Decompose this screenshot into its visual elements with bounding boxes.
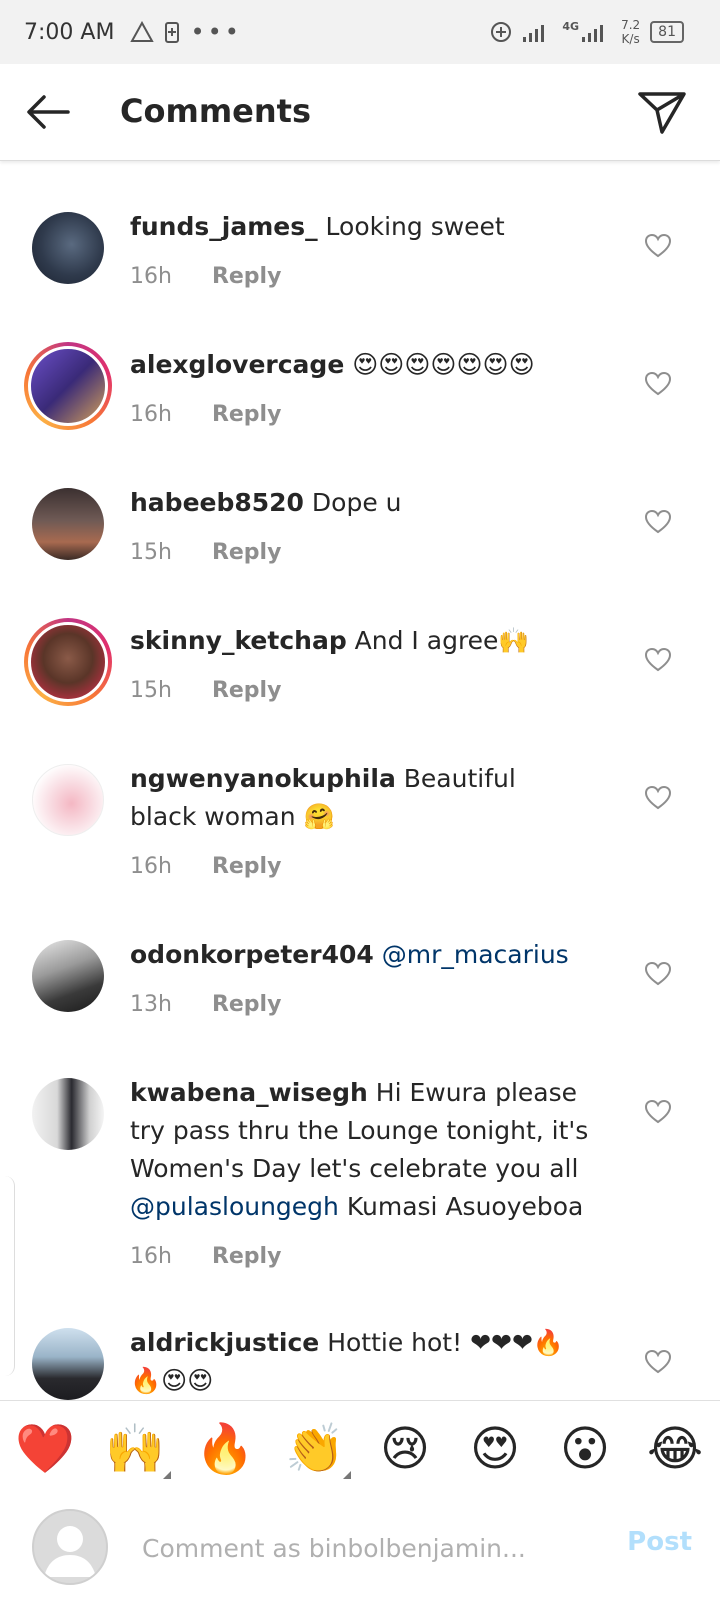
emoji-red-heart-button[interactable]: ❤️ bbox=[9, 1421, 81, 1477]
comment-text: ngwenyanokuphila Beautiful black woman 🤗 bbox=[130, 760, 590, 836]
network-type: 4G bbox=[562, 19, 580, 33]
battery-saver-icon bbox=[165, 22, 180, 43]
status-bar: 7:00 AM ••• 4G 7.2 K/s 81 bbox=[0, 0, 720, 64]
comment-time: 16h bbox=[130, 264, 172, 289]
comment-username[interactable]: funds_james_ bbox=[130, 212, 318, 241]
warning-icon bbox=[130, 21, 155, 42]
comment-body: Looking sweet bbox=[325, 212, 505, 241]
comment-body: Dope u bbox=[311, 488, 402, 517]
avatar[interactable] bbox=[32, 1078, 104, 1150]
comment-mention[interactable]: @pulasloungegh bbox=[130, 1192, 339, 1221]
heart-icon[interactable] bbox=[644, 232, 672, 260]
comment-username[interactable]: alexglovercage bbox=[130, 350, 344, 379]
emoji-heart-eyes-button[interactable]: 😍 bbox=[459, 1421, 531, 1477]
emoji-tears-of-joy-button[interactable]: 😂 bbox=[639, 1421, 711, 1477]
heart-icon[interactable] bbox=[644, 960, 672, 988]
page-title: Comments bbox=[120, 92, 311, 130]
comment-text: alexglovercage 😍😍😍😍😍😍😍 bbox=[130, 346, 590, 384]
default-user-icon bbox=[44, 1526, 96, 1577]
emoji-fire-button[interactable]: 🔥 bbox=[189, 1421, 261, 1477]
comment-text: odonkorpeter404 @mr_macarius bbox=[130, 936, 590, 974]
heart-icon[interactable] bbox=[644, 370, 672, 398]
comment-username[interactable]: odonkorpeter404 bbox=[130, 940, 374, 969]
comment-text: habeeb8520 Dope u bbox=[130, 484, 590, 522]
heart-icon[interactable] bbox=[644, 784, 672, 812]
variant-indicator bbox=[163, 1471, 171, 1479]
variant-indicator bbox=[343, 1471, 351, 1479]
comment-time: 16h bbox=[130, 402, 172, 427]
comment-input[interactable] bbox=[140, 1525, 584, 1571]
reply-button[interactable]: Reply bbox=[212, 540, 282, 565]
comment-mention[interactable]: @mr_macarius bbox=[382, 940, 569, 969]
avatar[interactable] bbox=[24, 618, 112, 706]
avatar[interactable] bbox=[32, 764, 104, 836]
comment-time: 16h bbox=[130, 1244, 172, 1269]
heart-icon[interactable] bbox=[644, 508, 672, 536]
comment-body-tail: Kumasi Asuoyeboa bbox=[346, 1192, 584, 1221]
comment-time: 16h bbox=[130, 854, 172, 879]
arrow-left-icon[interactable] bbox=[22, 86, 74, 138]
emoji-clapping-hands-button[interactable]: 👏 bbox=[279, 1421, 351, 1479]
signal-icon-2 bbox=[582, 25, 604, 42]
comment-text: aldrickjustice Hottie hot! ❤❤❤🔥🔥😍😍 bbox=[130, 1324, 590, 1400]
reply-button[interactable]: Reply bbox=[212, 992, 282, 1017]
comment-username[interactable]: ngwenyanokuphila bbox=[130, 764, 396, 793]
reply-button[interactable]: Reply bbox=[212, 264, 282, 289]
heart-icon[interactable] bbox=[644, 1098, 672, 1126]
reply-button[interactable]: Reply bbox=[212, 1244, 282, 1269]
emoji-quick-bar: ❤️ 🙌 🔥 👏 😢 😍 😮 😂 bbox=[0, 1400, 720, 1498]
avatar[interactable] bbox=[32, 488, 104, 560]
comment-body: And I agree🙌 bbox=[354, 626, 530, 655]
comment-time: 15h bbox=[130, 540, 172, 565]
emoji-surprised-face-button[interactable]: 😮 bbox=[549, 1421, 621, 1477]
comment-username[interactable]: aldrickjustice bbox=[130, 1328, 319, 1357]
battery-level: 81 bbox=[650, 21, 684, 43]
comment-username[interactable]: kwabena_wisegh bbox=[130, 1078, 368, 1107]
avatar[interactable] bbox=[32, 1328, 104, 1400]
data-saver-icon bbox=[491, 22, 512, 42]
reply-button[interactable]: Reply bbox=[212, 678, 282, 703]
emoji-crying-face-button[interactable]: 😢 bbox=[369, 1421, 441, 1477]
avatar[interactable] bbox=[24, 342, 112, 430]
post-button[interactable]: Post bbox=[627, 1527, 692, 1557]
comments-header: Comments bbox=[0, 64, 720, 161]
side-pull-tab[interactable] bbox=[0, 1176, 15, 1376]
emoji-raising-hands-button[interactable]: 🙌 bbox=[99, 1421, 171, 1479]
avatar[interactable] bbox=[32, 212, 104, 284]
comment-text: kwabena_wisegh Hi Ewura please try pass … bbox=[130, 1074, 590, 1226]
network-speed: 7.2 K/s bbox=[621, 18, 641, 46]
reply-button[interactable]: Reply bbox=[212, 402, 282, 427]
avatar[interactable] bbox=[32, 940, 104, 1012]
comment-username[interactable]: habeeb8520 bbox=[130, 488, 304, 517]
comment-time: 13h bbox=[130, 992, 172, 1017]
comment-time: 15h bbox=[130, 678, 172, 703]
paper-plane-icon[interactable] bbox=[636, 86, 688, 138]
heart-icon[interactable] bbox=[644, 646, 672, 674]
comment-username[interactable]: skinny_ketchap bbox=[130, 626, 347, 655]
status-time: 7:00 AM bbox=[24, 19, 115, 45]
comments-list[interactable]: funds_james_ Looking sweet 16h Reply ale… bbox=[0, 160, 720, 1400]
avatar bbox=[32, 1509, 108, 1585]
comment-body: 😍😍😍😍😍😍😍 bbox=[352, 350, 535, 379]
signal-icon bbox=[523, 25, 545, 42]
comment-composer: Post bbox=[0, 1497, 720, 1600]
more-notifications-icon: ••• bbox=[190, 18, 242, 46]
heart-icon[interactable] bbox=[644, 1348, 672, 1376]
comment-text: skinny_ketchap And I agree🙌 bbox=[130, 622, 590, 660]
comment-text: funds_james_ Looking sweet bbox=[130, 208, 590, 246]
reply-button[interactable]: Reply bbox=[212, 854, 282, 879]
